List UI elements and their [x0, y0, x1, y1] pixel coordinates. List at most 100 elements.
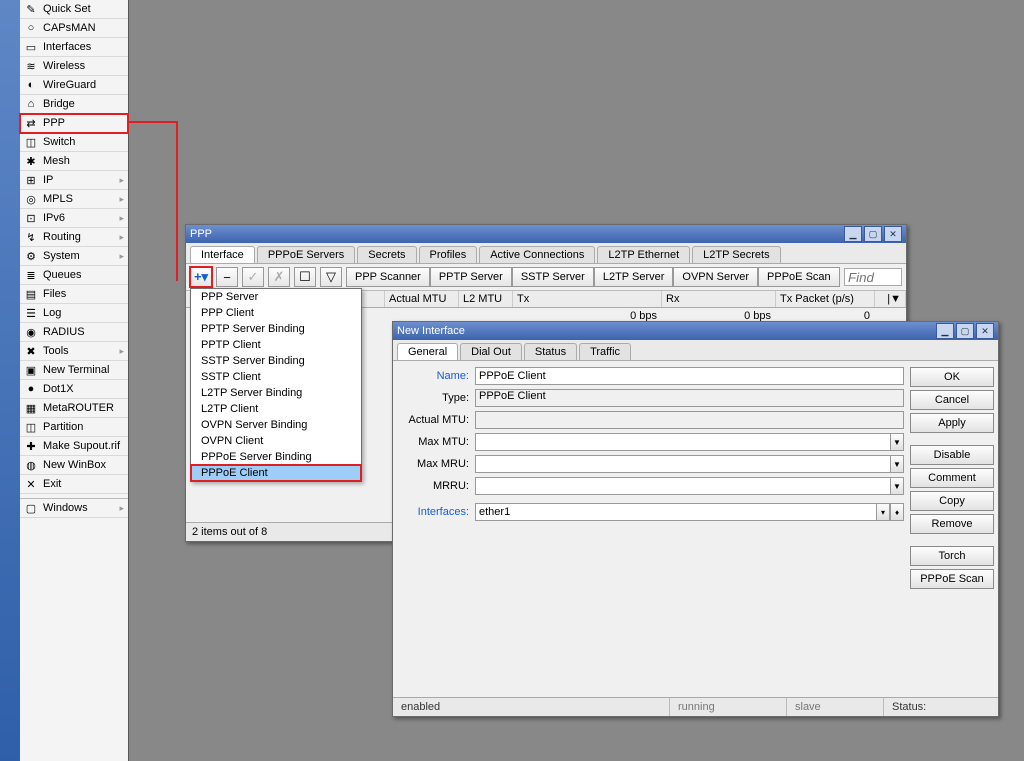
menu-item-pppoe-server-binding[interactable]: PPPoE Server Binding	[191, 449, 361, 465]
sidebar-item-radius[interactable]: ◉RADIUS	[20, 323, 128, 342]
pppoe-scan-button[interactable]: PPPoE Scan	[910, 569, 994, 589]
status-enabled: enabled	[393, 698, 670, 716]
sidebar-item-ppp[interactable]: ⇄PPP	[20, 114, 128, 133]
close-icon[interactable]: ✕	[976, 323, 994, 339]
pppoe-scan-button[interactable]: PPPoE Scan	[758, 267, 840, 287]
sidebar-item-system[interactable]: ⚙System▸	[20, 247, 128, 266]
cancel-button[interactable]: Cancel	[910, 390, 994, 410]
sidebar-item-new-winbox[interactable]: ◍New WinBox	[20, 456, 128, 475]
interfaces-dropdown-icon[interactable]: ▾	[877, 503, 890, 521]
max-mtu-dropdown-icon[interactable]: ▼	[891, 433, 904, 451]
mrru-field[interactable]	[475, 477, 891, 495]
max-mru-field[interactable]	[475, 455, 891, 473]
sidebar-item-tools[interactable]: ✖Tools▸	[20, 342, 128, 361]
menu-item-pptp-server-binding[interactable]: PPTP Server Binding	[191, 321, 361, 337]
type-field: PPPoE Client	[475, 389, 904, 407]
remove-button[interactable]: −	[216, 267, 238, 287]
maximize-icon[interactable]: ▢	[864, 226, 882, 242]
filter-button[interactable]: ▽	[320, 267, 342, 287]
sidebar-item-exit[interactable]: ✕Exit	[20, 475, 128, 494]
menu-item-ovpn-client[interactable]: OVPN Client	[191, 433, 361, 449]
sidebar-item-make-supout-rif[interactable]: ✚Make Supout.rif	[20, 437, 128, 456]
mrru-dropdown-icon[interactable]: ▼	[891, 477, 904, 495]
tab-pppoe-servers[interactable]: PPPoE Servers	[257, 246, 355, 263]
minimize-icon[interactable]: ▁	[936, 323, 954, 339]
find-input[interactable]	[844, 268, 902, 286]
sidebar-item-wireguard[interactable]: ◐WireGuard	[20, 76, 128, 95]
column-menu-icon[interactable]: |▼	[875, 291, 906, 307]
sidebar-item-bridge[interactable]: ⌂Bridge	[20, 95, 128, 114]
menu-item-ovpn-server-binding[interactable]: OVPN Server Binding	[191, 417, 361, 433]
column-header[interactable]: Tx	[513, 291, 662, 307]
sidebar-item-windows[interactable]: ▢Windows▸	[20, 499, 128, 518]
comment-button[interactable]: ☐	[294, 267, 316, 287]
enable-button[interactable]: ✓	[242, 267, 264, 287]
menu-item-pppoe-client[interactable]: PPPoE Client	[191, 465, 361, 481]
remove-button[interactable]: Remove	[910, 514, 994, 534]
sidebar-item-wireless[interactable]: ≋Wireless	[20, 57, 128, 76]
sidebar-item-ip[interactable]: ⊞IP▸	[20, 171, 128, 190]
menu-item-ppp-client[interactable]: PPP Client	[191, 305, 361, 321]
close-icon[interactable]: ✕	[884, 226, 902, 242]
sidebar-item-ipv6[interactable]: ⊡IPv6▸	[20, 209, 128, 228]
tab-traffic[interactable]: Traffic	[579, 343, 631, 360]
column-header[interactable]: Tx Packet (p/s)	[776, 291, 875, 307]
name-field[interactable]	[475, 367, 904, 385]
sidebar-item-quick-set[interactable]: ✎Quick Set	[20, 0, 128, 19]
ok-button[interactable]: OK	[910, 367, 994, 387]
sidebar-item-switch[interactable]: ◫Switch	[20, 133, 128, 152]
sidebar-item-capsman[interactable]: ○CAPsMAN	[20, 19, 128, 38]
sidebar-item-mesh[interactable]: ✱Mesh	[20, 152, 128, 171]
sidebar-item-label: Interfaces	[43, 41, 91, 53]
tab-general[interactable]: General	[397, 343, 458, 360]
add-button[interactable]: +▾	[190, 267, 212, 287]
tab-profiles[interactable]: Profiles	[419, 246, 478, 263]
status-slave: slave	[787, 698, 884, 716]
sidebar-item-routing[interactable]: ↯Routing▸	[20, 228, 128, 247]
tab-secrets[interactable]: Secrets	[357, 246, 416, 263]
sidebar-item-interfaces[interactable]: ▭Interfaces	[20, 38, 128, 57]
menu-item-sstp-server-binding[interactable]: SSTP Server Binding	[191, 353, 361, 369]
sidebar-item-mpls[interactable]: ◎MPLS▸	[20, 190, 128, 209]
column-header[interactable]: L2 MTU	[459, 291, 513, 307]
sidebar-item-label: Switch	[43, 136, 75, 148]
menu-item-pptp-client[interactable]: PPTP Client	[191, 337, 361, 353]
menu-item-sstp-client[interactable]: SSTP Client	[191, 369, 361, 385]
sidebar-item-files[interactable]: ▤Files	[20, 285, 128, 304]
tab-interface[interactable]: Interface	[190, 246, 255, 263]
copy-button[interactable]: Copy	[910, 491, 994, 511]
menu-item-l2tp-client[interactable]: L2TP Client	[191, 401, 361, 417]
tab-active-connections[interactable]: Active Connections	[479, 246, 595, 263]
pptp-server-button[interactable]: PPTP Server	[430, 267, 512, 287]
sstp-server-button[interactable]: SSTP Server	[512, 267, 594, 287]
tab-status[interactable]: Status	[524, 343, 577, 360]
menu-item-l2tp-server-binding[interactable]: L2TP Server Binding	[191, 385, 361, 401]
sidebar-item-new-terminal[interactable]: ▣New Terminal	[20, 361, 128, 380]
comment-button[interactable]: Comment	[910, 468, 994, 488]
sidebar-item-queues[interactable]: ≣Queues	[20, 266, 128, 285]
interfaces-field[interactable]	[475, 503, 877, 521]
torch-button[interactable]: Torch	[910, 546, 994, 566]
menu-item-ppp-server[interactable]: PPP Server	[191, 289, 361, 305]
minimize-icon[interactable]: ▁	[844, 226, 862, 242]
sidebar-item-log[interactable]: ☰Log	[20, 304, 128, 323]
ovpn-server-button[interactable]: OVPN Server	[673, 267, 758, 287]
menu-icon: ✎	[24, 2, 38, 16]
apply-button[interactable]: Apply	[910, 413, 994, 433]
ppp-scanner-button[interactable]: PPP Scanner	[346, 267, 430, 287]
sidebar-item-metarouter[interactable]: ▦MetaROUTER	[20, 399, 128, 418]
l2tp-server-button[interactable]: L2TP Server	[594, 267, 674, 287]
disable-button[interactable]: ✗	[268, 267, 290, 287]
maximize-icon[interactable]: ▢	[956, 323, 974, 339]
sidebar-item-dot1x[interactable]: ●Dot1X	[20, 380, 128, 399]
tab-dial-out[interactable]: Dial Out	[460, 343, 522, 360]
disable-button[interactable]: Disable	[910, 445, 994, 465]
max-mru-dropdown-icon[interactable]: ▼	[891, 455, 904, 473]
max-mtu-field[interactable]	[475, 433, 891, 451]
column-header[interactable]: Rx	[662, 291, 776, 307]
sidebar-item-partition[interactable]: ◫Partition	[20, 418, 128, 437]
tab-l2tp-secrets[interactable]: L2TP Secrets	[692, 246, 780, 263]
interfaces-updown-icon[interactable]: ♦	[890, 503, 904, 521]
tab-l2tp-ethernet[interactable]: L2TP Ethernet	[597, 246, 690, 263]
column-header[interactable]: Actual MTU	[385, 291, 459, 307]
